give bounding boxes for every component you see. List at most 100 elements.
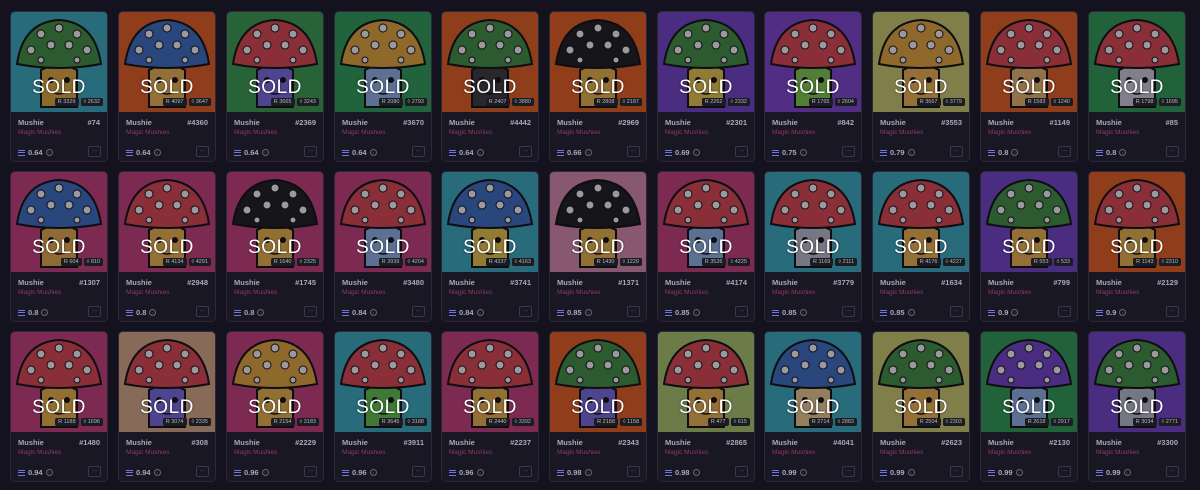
- nft-card[interactable]: SOLD R 2808 ◊ 2187 Mushie #2969 Magic Mushies…: [549, 11, 647, 162]
- info-icon[interactable]: i: [476, 309, 484, 316]
- collection-name[interactable]: Magic Mushies: [18, 289, 61, 296]
- nft-card[interactable]: SOLD R 2188 ◊ 1158 Mushie #2343 Magic Mushies…: [549, 331, 647, 482]
- collection-name[interactable]: Magic Mushies: [449, 129, 492, 136]
- more-options-button[interactable]: ...: [412, 306, 425, 317]
- nft-card[interactable]: SOLD R 1430 ◊ 1229 Mushie #1371 Magic Mushies…: [549, 171, 647, 322]
- info-icon[interactable]: i: [41, 309, 49, 316]
- more-options-button[interactable]: ...: [304, 466, 317, 477]
- info-icon[interactable]: i: [476, 469, 484, 476]
- more-options-button[interactable]: ...: [1166, 306, 1179, 317]
- collection-name[interactable]: Magic Mushies: [988, 129, 1031, 136]
- more-options-button[interactable]: ...: [88, 146, 101, 157]
- nft-card[interactable]: SOLD R 1583 ◊ 1240 Mushie #1149 Magic Mushies…: [980, 11, 1078, 162]
- nft-card[interactable]: SOLD R 2080 ◊ 2793 Mushie #3670 Magic Mushies…: [334, 11, 432, 162]
- collection-name[interactable]: Magic Mushies: [557, 129, 600, 136]
- collection-name[interactable]: Magic Mushies: [18, 129, 61, 136]
- nft-card[interactable]: SOLD R 3526 ◊ 4225 Mushie #4174 Magic Mushies…: [657, 171, 755, 322]
- info-icon[interactable]: i: [799, 149, 807, 156]
- more-options-button[interactable]: ...: [735, 306, 748, 317]
- collection-name[interactable]: Magic Mushies: [665, 129, 708, 136]
- info-icon[interactable]: i: [257, 309, 265, 316]
- collection-name[interactable]: Magic Mushies: [342, 289, 385, 296]
- nft-card[interactable]: SOLD R 3939 ◊ 4204 Mushie #3480 Magic Mushies…: [334, 171, 432, 322]
- more-options-button[interactable]: ...: [196, 466, 209, 477]
- nft-card[interactable]: SOLD R 1640 ◊ 2325 Mushie #1745 Magic Mushies…: [226, 171, 324, 322]
- info-icon[interactable]: i: [1015, 469, 1023, 476]
- collection-name[interactable]: Magic Mushies: [1096, 289, 1139, 296]
- more-options-button[interactable]: ...: [842, 466, 855, 477]
- collection-name[interactable]: Magic Mushies: [772, 449, 815, 456]
- more-options-button[interactable]: ...: [735, 466, 748, 477]
- nft-card[interactable]: SOLD R 3667 ◊ 3779 Mushie #3553 Magic Mushies…: [872, 11, 970, 162]
- nft-card[interactable]: SOLD R 4176 ◊ 4227 Mushie #1634 Magic Mushies…: [872, 171, 970, 322]
- more-options-button[interactable]: ...: [735, 146, 748, 157]
- info-icon[interactable]: i: [149, 309, 157, 316]
- info-icon[interactable]: i: [45, 469, 53, 476]
- collection-name[interactable]: Magic Mushies: [234, 289, 277, 296]
- more-options-button[interactable]: ...: [412, 146, 425, 157]
- collection-name[interactable]: Magic Mushies: [665, 449, 708, 456]
- collection-name[interactable]: Magic Mushies: [234, 129, 277, 136]
- info-icon[interactable]: i: [261, 469, 269, 476]
- info-icon[interactable]: i: [1119, 309, 1127, 316]
- more-options-button[interactable]: ...: [1058, 466, 1071, 477]
- info-icon[interactable]: i: [153, 149, 161, 156]
- more-options-button[interactable]: ...: [304, 146, 317, 157]
- collection-name[interactable]: Magic Mushies: [126, 449, 169, 456]
- info-icon[interactable]: i: [1119, 149, 1127, 156]
- info-icon[interactable]: i: [261, 149, 269, 156]
- nft-card[interactable]: SOLD R 3034 ◊ 2771 Mushie #3300 Magic Mushies…: [1088, 331, 1186, 482]
- more-options-button[interactable]: ...: [842, 306, 855, 317]
- more-options-button[interactable]: ...: [88, 466, 101, 477]
- collection-name[interactable]: Magic Mushies: [557, 449, 600, 456]
- collection-name[interactable]: Magic Mushies: [988, 449, 1031, 456]
- more-options-button[interactable]: ...: [627, 146, 640, 157]
- collection-name[interactable]: Magic Mushies: [18, 449, 61, 456]
- more-options-button[interactable]: ...: [1166, 466, 1179, 477]
- more-options-button[interactable]: ...: [627, 306, 640, 317]
- nft-card[interactable]: SOLD R 553 ◊ 533 Mushie #799 Magic Mushies 0.9…: [980, 171, 1078, 322]
- nft-card[interactable]: SOLD R 4337 ◊ 4163 Mushie #3741 Magic Mushies…: [441, 171, 539, 322]
- info-icon[interactable]: i: [907, 149, 915, 156]
- info-icon[interactable]: i: [369, 309, 377, 316]
- nft-card[interactable]: SOLD R 1169 ◊ 2111 Mushie #3779 Magic Mushies…: [764, 171, 862, 322]
- info-icon[interactable]: i: [369, 149, 377, 156]
- collection-name[interactable]: Magic Mushies: [880, 449, 923, 456]
- more-options-button[interactable]: ...: [196, 146, 209, 157]
- more-options-button[interactable]: ...: [842, 146, 855, 157]
- info-icon[interactable]: i: [799, 469, 807, 476]
- collection-name[interactable]: Magic Mushies: [1096, 449, 1139, 456]
- collection-name[interactable]: Magic Mushies: [1096, 129, 1139, 136]
- collection-name[interactable]: Magic Mushies: [234, 449, 277, 456]
- info-icon[interactable]: i: [692, 469, 700, 476]
- collection-name[interactable]: Magic Mushies: [126, 129, 169, 136]
- info-icon[interactable]: i: [799, 309, 807, 316]
- info-icon[interactable]: i: [45, 149, 53, 156]
- info-icon[interactable]: i: [1123, 469, 1131, 476]
- nft-card[interactable]: SOLD R 4134 ◊ 4291 Mushie #2948 Magic Mushies…: [118, 171, 216, 322]
- collection-name[interactable]: Magic Mushies: [126, 289, 169, 296]
- more-options-button[interactable]: ...: [950, 146, 963, 157]
- more-options-button[interactable]: ...: [1058, 306, 1071, 317]
- more-options-button[interactable]: ...: [627, 466, 640, 477]
- nft-card[interactable]: SOLD R 2714 ◊ 2883 Mushie #4041 Magic Mushies…: [764, 331, 862, 482]
- collection-name[interactable]: Magic Mushies: [772, 129, 815, 136]
- more-options-button[interactable]: ...: [196, 306, 209, 317]
- nft-card[interactable]: SOLD R 1798 ◊ 1695 Mushie #85 Magic Mushies 0.…: [1088, 11, 1186, 162]
- nft-card[interactable]: SOLD R 604 ◊ 810 Mushie #1307 Magic Mushies 0.…: [10, 171, 108, 322]
- collection-name[interactable]: Magic Mushies: [557, 289, 600, 296]
- info-icon[interactable]: i: [1011, 309, 1019, 316]
- info-icon[interactable]: i: [153, 469, 161, 476]
- nft-card[interactable]: SOLD R 3074 ◊ 2335 Mushie #308 Magic Mushies 0…: [118, 331, 216, 482]
- collection-name[interactable]: Magic Mushies: [342, 129, 385, 136]
- more-options-button[interactable]: ...: [412, 466, 425, 477]
- collection-name[interactable]: Magic Mushies: [342, 449, 385, 456]
- collection-name[interactable]: Magic Mushies: [449, 289, 492, 296]
- info-icon[interactable]: i: [369, 469, 377, 476]
- collection-name[interactable]: Magic Mushies: [665, 289, 708, 296]
- nft-card[interactable]: SOLD R 1143 ◊ 2310 Mushie #2129 Magic Mushies…: [1088, 171, 1186, 322]
- info-icon[interactable]: i: [907, 309, 915, 316]
- collection-name[interactable]: Magic Mushies: [880, 129, 923, 136]
- info-icon[interactable]: i: [476, 149, 484, 156]
- nft-card[interactable]: SOLD R 1765 ◊ 2604 Mushie #842 Magic Mushies 0…: [764, 11, 862, 162]
